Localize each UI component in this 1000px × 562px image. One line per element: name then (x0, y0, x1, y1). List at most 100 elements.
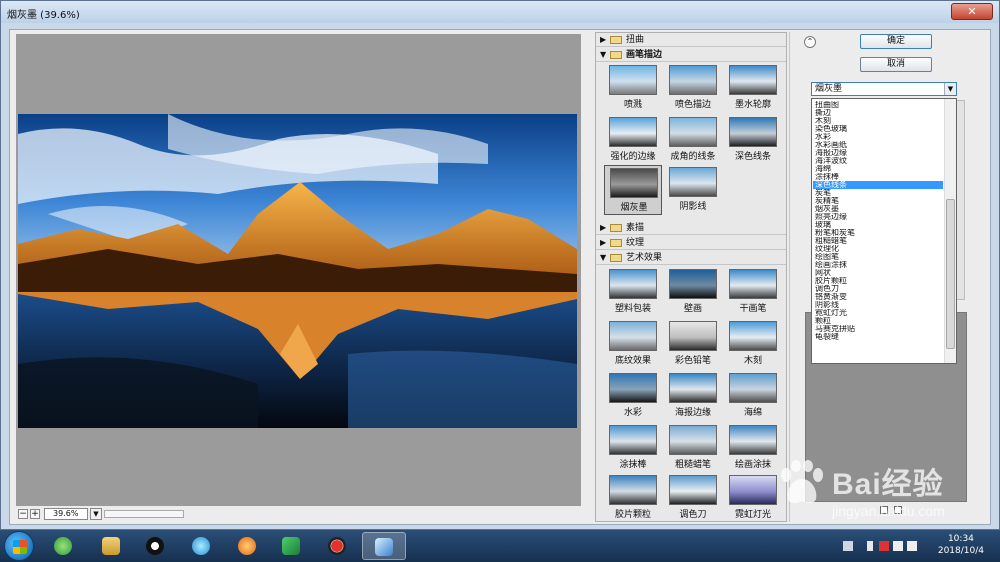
dropdown-option[interactable]: 绘画涂抹 (813, 261, 943, 269)
zoom-level-field[interactable]: 39.6% (44, 508, 88, 520)
filter-thumb-colored-pencil[interactable]: 彩色铅笔 (664, 319, 722, 369)
title-bar[interactable]: 烟灰墨 (39.6%) ✕ (1, 1, 999, 23)
dropdown-option[interactable]: 霓虹灯光 (813, 309, 943, 317)
preview-status-bar: − + 39.6% ▼ (16, 508, 581, 522)
dropdown-option[interactable]: 照亮边缘 (813, 213, 943, 221)
dropdown-option[interactable]: 调色刀 (813, 285, 943, 293)
filter-thumb-palette-knife[interactable]: 调色刀 (664, 473, 722, 521)
taskbar-app-qq[interactable] (134, 532, 178, 560)
filter-thumb-plastic-wrap[interactable]: 塑料包装 (604, 267, 662, 317)
dropdown-option[interactable]: 水彩画纸 (813, 141, 943, 149)
taskbar-app-recorder[interactable] (316, 532, 360, 560)
network-icon[interactable] (893, 541, 903, 551)
dropdown-option[interactable]: 海洋波纹 (813, 157, 943, 165)
taskbar-app-media[interactable] (180, 532, 224, 560)
dropdown-option-highlighted[interactable]: 深色线条 (813, 181, 943, 189)
baidu-paw-logo-icon (781, 460, 823, 503)
collapse-arrow-icon: ▼ (600, 253, 607, 262)
category-distort[interactable]: ▶ 扭曲 (596, 33, 786, 47)
filter-thumb-underpainting[interactable]: 底纹效果 (604, 319, 662, 369)
category-sketch[interactable]: ▶ 素描 (596, 221, 786, 235)
dropdown-option[interactable]: 炭笔 (813, 189, 943, 197)
filter-thumb-dry-brush[interactable]: 干画笔 (724, 267, 782, 317)
dropdown-option[interactable]: 海绵 (813, 165, 943, 173)
filter-thumb-spatter[interactable]: 喷溅 (604, 63, 662, 113)
dropdown-option[interactable]: 铬黄渐变 (813, 293, 943, 301)
filter-thumb-watercolor[interactable]: 水彩 (604, 371, 662, 421)
security-alert-icon[interactable] (879, 541, 889, 551)
volume-icon[interactable] (907, 541, 917, 551)
category-artistic[interactable]: ▼ 艺术效果 (596, 251, 786, 265)
taskbar-app-photoshop[interactable] (362, 532, 406, 560)
dropdown-option[interactable]: 绘图笔 (813, 253, 943, 261)
filter-thumb-poster-edges[interactable]: 海报边缘 (664, 371, 722, 421)
keyboard-icon[interactable] (843, 541, 853, 551)
qq-penguin-icon (146, 537, 164, 555)
filter-thumb-accented-edges[interactable]: 强化的边缘 (604, 115, 662, 165)
filter-thumb-crosshatch[interactable]: 阴影线 (664, 165, 722, 215)
collapse-gallery-button[interactable]: ⌃ (804, 36, 816, 48)
dropdown-option[interactable]: 扭曲图 (813, 101, 943, 109)
up-arrow-icon[interactable] (867, 541, 873, 551)
dropdown-option[interactable]: 龟裂缝 (813, 333, 943, 341)
folder-icon (102, 537, 120, 555)
windows-logo-icon (13, 540, 27, 554)
dropdown-scrollbar[interactable] (944, 99, 956, 363)
zoom-in-button[interactable]: + (30, 509, 40, 519)
preview-canvas[interactable] (16, 34, 581, 506)
zoom-out-button[interactable]: − (18, 509, 28, 519)
video-app-icon (282, 537, 300, 555)
taskbar-app-browser[interactable] (42, 532, 86, 560)
dropdown-option[interactable]: 粉笔和炭笔 (813, 229, 943, 237)
filter-thumb-sprayed-strokes[interactable]: 喷色描边 (664, 63, 722, 113)
filter-thumb-film-grain[interactable]: 胶片颗粒 (604, 473, 662, 521)
dropdown-option[interactable]: 胶片颗粒 (813, 277, 943, 285)
category-texture[interactable]: ▶ 纹理 (596, 236, 786, 250)
filter-thumb-rough-pastels[interactable]: 粗糙蜡笔 (664, 423, 722, 473)
dropdown-option[interactable]: 粗糙蜡笔 (813, 237, 943, 245)
zoom-dropdown-button[interactable]: ▼ (90, 508, 102, 520)
taskbar-app-video[interactable] (270, 532, 314, 560)
taskbar-app-explorer[interactable] (90, 532, 134, 560)
dropdown-option[interactable]: 炭精笔 (813, 197, 943, 205)
filter-thumb-sponge[interactable]: 海绵 (724, 371, 782, 421)
filter-thumb-cutout[interactable]: 木刻 (724, 319, 782, 369)
close-button[interactable]: ✕ (951, 3, 993, 20)
dropdown-option[interactable]: 撕边 (813, 109, 943, 117)
dropdown-option[interactable]: 玻璃 (813, 221, 943, 229)
dropdown-option[interactable]: 阴影线 (813, 301, 943, 309)
filter-thumb-sumi-e[interactable]: 烟灰墨 (604, 165, 662, 215)
category-brush-strokes[interactable]: ▼ 画笔描边 (596, 48, 786, 62)
filter-thumb-angled-strokes[interactable]: 成角的线条 (664, 115, 722, 165)
ok-button[interactable]: 确定 (860, 34, 932, 49)
dropdown-option[interactable]: 涂抹棒 (813, 173, 943, 181)
start-button[interactable] (4, 531, 34, 561)
clock-date: 2018/10/4 (937, 546, 984, 556)
system-clock[interactable]: 10:34 2018/10/4 (938, 533, 984, 557)
watermark-brand: Bai经验 (832, 468, 944, 501)
filter-select-value: 烟灰墨 (815, 84, 843, 94)
dropdown-scroll-thumb[interactable] (946, 199, 955, 349)
taskbar-app-firefox[interactable] (226, 532, 270, 560)
filter-dropdown-list[interactable]: 扭曲图 撕边 木刻 染色玻璃 水彩 水彩画纸 海报边缘 海洋波纹 海绵 涂抹棒 … (811, 98, 957, 364)
filter-thumb-ink-outlines[interactable]: 墨水轮廓 (724, 63, 782, 113)
dropdown-option[interactable]: 木刻 (813, 117, 943, 125)
filter-thumb-smudge-stick[interactable]: 涂抹棒 (604, 423, 662, 473)
filter-select[interactable]: 烟灰墨 ▼ (811, 82, 957, 96)
dropdown-option[interactable]: 网状 (813, 269, 943, 277)
window-title: 烟灰墨 (39.6%) (7, 10, 80, 21)
dropdown-option[interactable]: 马赛克拼贴 (813, 325, 943, 333)
dropdown-option[interactable]: 海报边缘 (813, 149, 943, 157)
dropdown-option[interactable]: 烟灰墨 (813, 205, 943, 213)
filter-thumb-fresco[interactable]: 壁画 (664, 267, 722, 317)
media-player-icon (192, 537, 210, 555)
dropdown-option[interactable]: 水彩 (813, 133, 943, 141)
dropdown-option[interactable]: 纹理化 (813, 245, 943, 253)
gallery-scrollbar[interactable] (789, 32, 799, 522)
dropdown-option[interactable]: 颗粒 (813, 317, 943, 325)
filter-thumb-dark-strokes[interactable]: 深色线条 (724, 115, 782, 165)
preview-scrollbar[interactable] (104, 510, 184, 518)
cancel-button[interactable]: 取消 (860, 57, 932, 72)
dropdown-option[interactable]: 染色玻璃 (813, 125, 943, 133)
category-label: 素描 (626, 223, 645, 233)
